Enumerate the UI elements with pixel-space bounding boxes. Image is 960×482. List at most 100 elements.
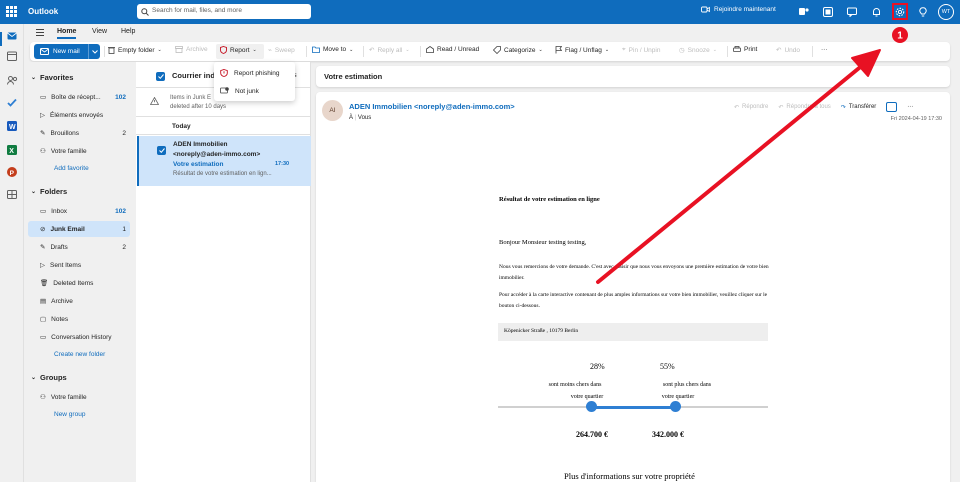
folder-item-sent[interactable]: ▷ Sent Items [28, 257, 130, 273]
ribbon-divider [104, 46, 105, 57]
list-title: Courrier ind [172, 71, 215, 80]
empty-folder-button[interactable]: Empty folder ⌄ [108, 46, 162, 54]
app-rail: W X P [0, 24, 24, 482]
move-to-button[interactable]: Move to ⌄ [312, 46, 353, 53]
message-checkbox[interactable] [157, 146, 166, 155]
sender-avatar[interactable]: AI [322, 100, 343, 121]
folder-item-inbox[interactable]: ▭ Inbox 102 [28, 203, 130, 219]
forward-button[interactable]: ↷ Transférer [841, 104, 876, 111]
select-all-checkbox[interactable] [156, 72, 165, 81]
add-favorite-link[interactable]: Add favorite [54, 165, 89, 172]
shield-warning-icon [220, 69, 228, 77]
print-button[interactable]: Print [733, 46, 757, 53]
reply-all-reading-button[interactable]: ↶ Répondre à tous [778, 104, 830, 111]
more-actions-icon[interactable]: ··· [907, 104, 913, 110]
archive-button[interactable]: Archive [175, 46, 208, 53]
tab-view[interactable]: View [92, 28, 107, 35]
grid-view-icon[interactable] [886, 102, 898, 112]
printer-icon [733, 46, 741, 52]
chevron-down-icon: ⌄ [712, 47, 717, 53]
recipient-name[interactable]: Vous [358, 115, 371, 121]
message-item[interactable]: ADEN Immobilien <noreply@aden-immo.com> … [137, 136, 311, 186]
report-phishing-item[interactable]: Report phishing [220, 69, 280, 77]
recipient-line: À | Vous [349, 115, 371, 121]
email-card: AI ADEN Immobilien <noreply@aden-immo.co… [316, 92, 950, 482]
low-price: 264.700 € [576, 430, 608, 439]
chevron-down-icon: ⌄ [31, 375, 37, 381]
app-launcher-icon[interactable] [6, 6, 17, 17]
favorite-item-inbox[interactable]: ▭ Boîte de récept... 102 [28, 89, 130, 105]
favorite-item-drafts[interactable]: ✎ Brouillons 2 [28, 125, 130, 141]
trash-icon [108, 47, 115, 54]
groups-title: Groups [40, 373, 67, 382]
new-group-link[interactable]: New group [54, 411, 85, 418]
flag-unflag-label: Flag / Unflag [565, 46, 602, 54]
message-sender: ADEN Immobilien [173, 141, 228, 148]
favorites-header[interactable]: ⌄ Favorites [31, 73, 73, 82]
group-item-family[interactable]: ⚇ Votre famille [28, 389, 130, 405]
more-apps-icon[interactable] [6, 188, 18, 200]
reply-button[interactable]: ↶ Répondre [734, 104, 768, 111]
todo-icon[interactable] [6, 96, 18, 108]
tab-help[interactable]: Help [121, 28, 135, 35]
mail-icon[interactable] [6, 30, 18, 42]
new-mail-dropdown[interactable] [88, 44, 100, 59]
excel-app-icon[interactable]: X [6, 144, 18, 156]
tab-home[interactable]: Home [57, 28, 77, 39]
broom-icon: ⌁ [268, 47, 272, 54]
chevron-down-icon: ⌄ [405, 47, 410, 53]
report-button[interactable]: Report ⌄ [220, 46, 257, 54]
more-options-button[interactable]: ··· [821, 46, 828, 53]
create-folder-link[interactable]: Create new folder [54, 351, 105, 358]
new-mail-button[interactable]: New mail [34, 44, 100, 59]
chevron-down-icon: ⌄ [31, 75, 37, 81]
not-junk-label: Not junk [235, 87, 259, 95]
undo-button[interactable]: ↶ Undo [776, 46, 800, 55]
sweep-button[interactable]: ⌁ Sweep [268, 46, 295, 55]
read-unread-button[interactable]: Read / Unread [426, 46, 479, 53]
people-icon[interactable] [6, 74, 18, 86]
menu-bar: Home View Help [24, 24, 960, 41]
email-actions: ↶ Répondre ↶ Répondre à tous ↷ Transférer ·… [734, 102, 913, 112]
folder-item-drafts[interactable]: ✎ Drafts 2 [28, 239, 130, 255]
flag-unflag-button[interactable]: Flag / Unflag ⌄ [555, 46, 609, 54]
groups-header[interactable]: ⌄ Groups [31, 373, 67, 382]
folder-item-conversation-history[interactable]: ▭ Conversation History [28, 329, 130, 345]
reply-all-button[interactable]: ↶ Reply all ⌄ [369, 46, 410, 55]
draft-count: 2 [122, 129, 126, 137]
word-icon[interactable] [822, 5, 834, 18]
folder-label: Votre famille [50, 147, 87, 155]
folder-item-archive[interactable]: ▤ Archive [28, 293, 130, 309]
folder-item-junk[interactable]: ⊘ Junk Email 1 [28, 221, 130, 237]
teams-icon[interactable] [798, 5, 810, 18]
join-meeting-button[interactable]: Rejoindre maintenant [701, 6, 776, 13]
word-app-icon[interactable]: W [6, 120, 18, 132]
feedback-icon[interactable] [846, 5, 858, 18]
folder-label: Votre famille [50, 393, 87, 401]
bell-icon[interactable] [870, 5, 882, 18]
hamburger-icon[interactable] [36, 29, 44, 38]
ribbon-divider [420, 46, 421, 57]
folder-item-notes[interactable]: ▢ Notes [28, 311, 130, 327]
powerpoint-app-icon[interactable]: P [6, 166, 18, 178]
lightbulb-icon[interactable] [917, 5, 929, 18]
favorite-item-sent[interactable]: ▷ Éléments envoyés [28, 107, 130, 123]
message-subject: Votre estimation [173, 161, 224, 168]
user-avatar[interactable]: WT [938, 4, 954, 20]
flag-icon [555, 46, 562, 54]
notice-line-2: deleted after 10 days [170, 104, 227, 110]
undo-label: Undo [784, 46, 800, 54]
app-title[interactable]: Outlook [28, 7, 58, 16]
snooze-button[interactable]: ◷ Snooze ⌄ [679, 46, 717, 55]
calendar-icon[interactable] [6, 50, 18, 62]
reading-pane: Votre estimation AI ADEN Immobilien <nor… [316, 66, 950, 482]
folder-label: Conversation History [51, 333, 112, 341]
folder-item-deleted[interactable]: 🗑 Deleted Items [28, 275, 130, 291]
categorize-button[interactable]: Categorize ⌄ [493, 46, 543, 54]
favorite-item-family[interactable]: ⚇ Votre famille [28, 143, 130, 159]
folders-header[interactable]: ⌄ Folders [31, 187, 67, 196]
search-input[interactable]: Search for mail, files, and more [137, 4, 311, 19]
pin-unpin-button[interactable]: ⌖ Pin / Unpin [622, 46, 660, 54]
sender-name[interactable]: ADEN Immobilien <noreply@aden-immo.com> [349, 102, 515, 111]
not-junk-item[interactable]: Not junk [220, 87, 259, 95]
